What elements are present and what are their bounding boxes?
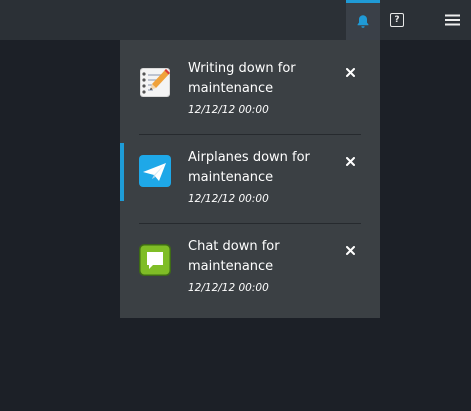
top-bar: ? <box>0 0 471 40</box>
dismiss-button[interactable] <box>344 155 356 167</box>
paper-plane-icon <box>139 155 171 187</box>
close-icon <box>345 156 355 166</box>
notepad-pencil-icon <box>139 66 171 98</box>
help-icon: ? <box>390 13 404 27</box>
notifications-panel: Writing down for maintenance 12/12/12 00… <box>120 40 380 318</box>
help-label: ? <box>394 15 400 25</box>
close-icon <box>345 67 355 77</box>
hamburger-menu-icon <box>444 14 460 26</box>
chat-bubble-icon <box>139 244 171 276</box>
notification-title: Chat down for maintenance <box>188 239 280 274</box>
notification-title: Airplanes down for maintenance <box>188 150 310 185</box>
notification-item[interactable]: Chat down for maintenance 12/12/12 00:00 <box>120 218 380 307</box>
notification-time: 12/12/12 00:00 <box>188 193 269 205</box>
unread-indicator <box>120 143 124 201</box>
close-icon <box>345 245 355 255</box>
main-menu-button[interactable] <box>435 0 469 40</box>
dismiss-button[interactable] <box>344 244 356 256</box>
notification-item-unread[interactable]: Airplanes down for maintenance 12/12/12 … <box>120 129 380 218</box>
dismiss-button[interactable] <box>344 66 356 78</box>
notification-title: Writing down for maintenance <box>188 61 296 96</box>
notification-time: 12/12/12 00:00 <box>188 282 269 294</box>
notifications-button[interactable] <box>346 0 380 40</box>
notification-item[interactable]: Writing down for maintenance 12/12/12 00… <box>120 40 380 129</box>
bell-icon <box>357 15 369 28</box>
notification-time: 12/12/12 00:00 <box>188 104 269 116</box>
help-button[interactable]: ? <box>380 0 414 40</box>
